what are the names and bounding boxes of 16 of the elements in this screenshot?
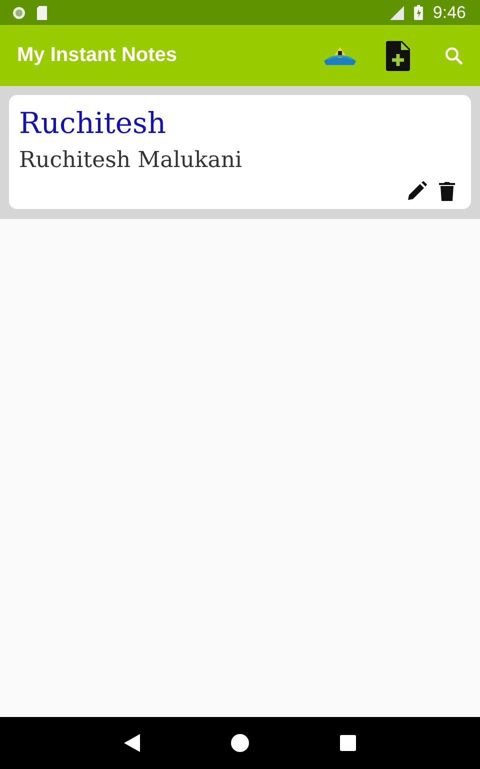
circle-icon [12,6,26,20]
battery-icon [414,5,423,20]
sd-card-icon [36,6,48,20]
edit-icon[interactable] [407,181,427,201]
status-time: 9:46 [432,2,466,22]
app-title: My Instant Notes [17,44,178,67]
delete-icon[interactable] [439,181,455,201]
note-card[interactable]: Ruchitesh Ruchitesh Malukani [9,95,471,209]
note-title: Ruchitesh [19,105,168,141]
back-icon[interactable] [124,734,140,752]
recents-icon[interactable] [340,735,356,751]
add-note-icon[interactable] [386,40,410,70]
badge-logo-icon[interactable] [324,46,356,64]
note-text: Ruchitesh Malukani [19,147,244,175]
signal-icon [388,6,404,20]
home-icon[interactable] [230,734,249,752]
